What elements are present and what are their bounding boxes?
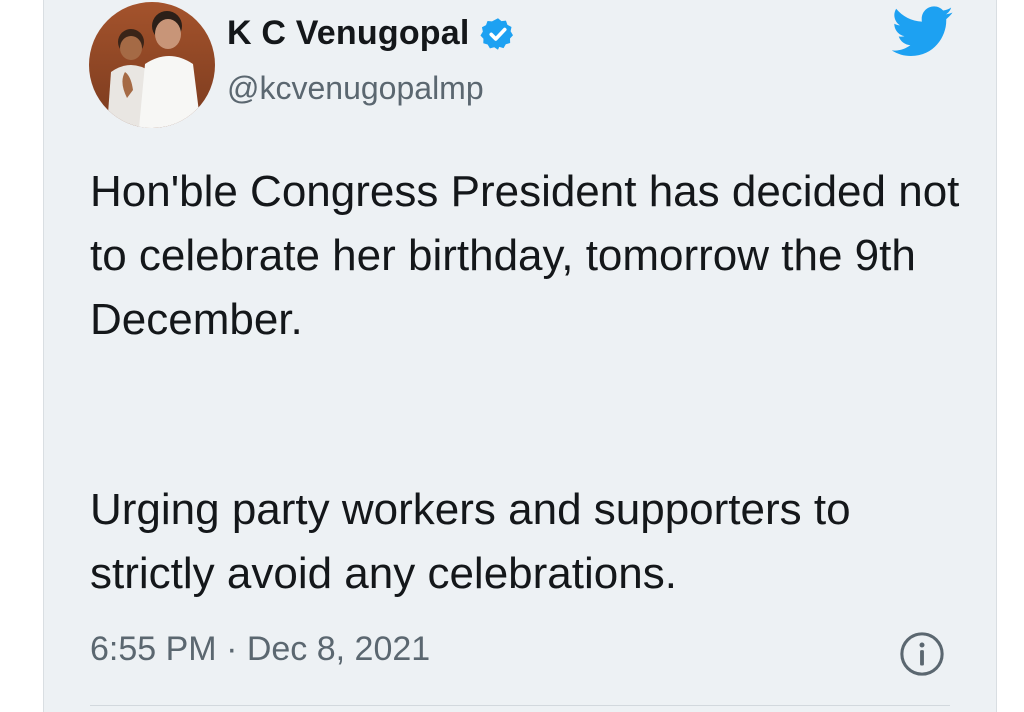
twitter-bird-icon[interactable] [892, 6, 954, 58]
author-name[interactable]: K C Venugopal [227, 14, 470, 53]
tweet-card: K C Venugopal @kcvenugopalmp Hon'ble Con… [43, 0, 997, 712]
verified-badge-icon [479, 17, 513, 50]
author-avatar[interactable] [89, 2, 215, 128]
author-handle[interactable]: @kcvenugopalmp [227, 70, 484, 107]
tweet-text-paragraph-2: Urging party workers and supporters to s… [90, 485, 851, 598]
info-icon[interactable] [899, 631, 945, 677]
tweet-text-paragraph-1: Hon'ble Congress President has decided n… [90, 167, 960, 344]
avatar-photo [89, 2, 215, 128]
author-name-row: K C Venugopal [227, 14, 516, 53]
tweet-timestamp[interactable]: 6:55 PM · Dec 8, 2021 [90, 630, 430, 669]
divider [90, 705, 950, 706]
